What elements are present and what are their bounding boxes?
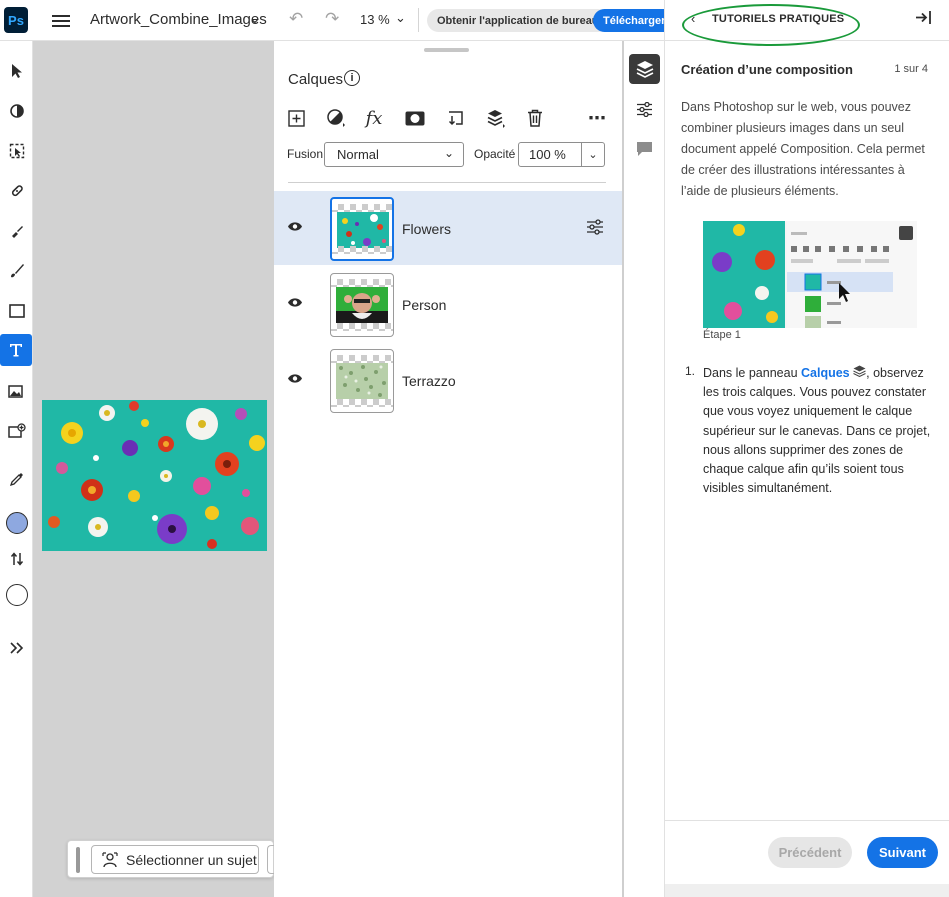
divider bbox=[665, 820, 949, 821]
taskbar-drag-handle[interactable] bbox=[76, 847, 80, 873]
visibility-eye-icon[interactable] bbox=[287, 371, 303, 387]
swap-colors-icon[interactable] bbox=[3, 545, 30, 572]
opacity-input[interactable]: 100 % bbox=[518, 142, 582, 167]
contextual-taskbar: Sélectionner un sujet bbox=[67, 840, 277, 878]
layer-name: Flowers bbox=[402, 221, 452, 237]
select-subject-button[interactable]: Sélectionner un sujet bbox=[91, 845, 259, 874]
background-color-swatch[interactable] bbox=[3, 581, 30, 608]
tutorial-illustration-image bbox=[703, 221, 917, 328]
tutorial-step-text: Dans le panneau Calques , observez les t… bbox=[703, 364, 943, 498]
zoom-level[interactable]: 13 % bbox=[360, 12, 390, 27]
layer-thumbnail[interactable] bbox=[330, 273, 394, 337]
divider bbox=[418, 8, 419, 32]
clone-stamp-tool-icon[interactable] bbox=[3, 217, 30, 244]
select-subject-label: Sélectionner un sujet bbox=[126, 851, 257, 868]
add-layer-icon[interactable] bbox=[285, 107, 307, 129]
panel-footer-strip bbox=[665, 884, 949, 897]
tutorial-intro-text: Dans Photoshop sur le web, vous pouvez c… bbox=[681, 100, 925, 198]
layer-row-terrazzo[interactable]: Terrazzo bbox=[274, 343, 622, 417]
visibility-eye-icon[interactable] bbox=[287, 295, 303, 311]
layer-stack-menu-icon[interactable] bbox=[485, 107, 507, 129]
layers-panel-title: Calques bbox=[288, 71, 344, 88]
redo-icon[interactable]: ↷ bbox=[325, 9, 339, 29]
photoshop-logo: Ps bbox=[4, 7, 28, 33]
opacity-label: Opacité bbox=[474, 147, 516, 161]
properties-sliders-icon[interactable] bbox=[629, 94, 660, 124]
chevron-down-icon: ⌄ bbox=[443, 146, 454, 160]
zoom-chevron-down-icon[interactable]: ⌄ bbox=[395, 10, 406, 26]
layer-thumbnail[interactable] bbox=[330, 197, 394, 261]
chevron-down-icon[interactable]: ⌄ bbox=[249, 10, 261, 27]
brush-tool-icon[interactable] bbox=[3, 257, 30, 284]
tutorial-step-counter: 1 sur 4 bbox=[894, 63, 928, 75]
add-image-tool-icon[interactable] bbox=[3, 417, 30, 444]
top-bar: Ps Artwork_Combine_Images ⌄ ↶ ↷ 13 % ⌄ O… bbox=[0, 0, 664, 41]
adjustment-layer-icon[interactable] bbox=[325, 107, 347, 129]
healing-brush-tool-icon[interactable] bbox=[3, 177, 30, 204]
step-text-body: , observez les trois calques. Vous pouve… bbox=[703, 366, 931, 496]
layers-link[interactable]: Calques bbox=[801, 366, 850, 380]
step-list-number: 1. bbox=[685, 364, 696, 378]
info-icon[interactable]: i bbox=[344, 70, 360, 86]
divider bbox=[288, 182, 606, 183]
layers-panel: Calques i fx ⋯ Fusion Normal ⌄ Opacité 1… bbox=[274, 41, 622, 897]
tutorial-title: Création d’une composition bbox=[681, 62, 853, 77]
annotation-highlight-ellipse bbox=[682, 4, 860, 46]
foreground-color-swatch[interactable] bbox=[3, 509, 30, 536]
opacity-chevron-down-icon[interactable]: ⌄ bbox=[582, 142, 605, 167]
tutorial-header: ‹ TUTORIELS PRATIQUES bbox=[665, 0, 949, 46]
layer-effects-fx-icon[interactable]: fx bbox=[363, 107, 385, 129]
previous-button[interactable]: Précédent bbox=[768, 837, 852, 868]
tools-toolbar bbox=[0, 41, 33, 897]
layers-panel-icon[interactable] bbox=[629, 54, 660, 84]
layers-inline-icon bbox=[853, 365, 866, 380]
layer-thumbnail[interactable] bbox=[330, 349, 394, 413]
panel-grip-handle[interactable] bbox=[424, 48, 469, 52]
tutorial-panel: ‹ TUTORIELS PRATIQUES Création d’une com… bbox=[664, 0, 949, 897]
place-image-tool-icon[interactable] bbox=[3, 377, 30, 404]
illustration-caption: Étape 1 bbox=[703, 329, 741, 341]
undo-icon[interactable]: ↶ bbox=[289, 9, 303, 29]
rectangle-tool-icon[interactable] bbox=[3, 297, 30, 324]
close-panel-icon[interactable] bbox=[915, 10, 932, 30]
layer-row-flowers[interactable]: Flowers bbox=[274, 191, 622, 265]
visibility-eye-icon[interactable] bbox=[287, 219, 303, 235]
move-tool-icon[interactable] bbox=[3, 57, 30, 84]
object-selection-tool-icon[interactable] bbox=[3, 137, 30, 164]
blend-mode-label: Fusion bbox=[287, 147, 324, 161]
type-tool-icon[interactable] bbox=[0, 334, 32, 366]
download-button[interactable]: Télécharger bbox=[593, 9, 664, 32]
get-desktop-app-button[interactable]: Obtenir l'application de bureau bbox=[427, 9, 609, 32]
eyedropper-tool-icon[interactable] bbox=[3, 465, 30, 492]
blend-mode-value: Normal bbox=[337, 147, 379, 162]
artwork-canvas-image[interactable] bbox=[42, 400, 267, 551]
quick-selection-tool-icon[interactable] bbox=[3, 97, 30, 124]
document-title[interactable]: Artwork_Combine_Images bbox=[90, 11, 267, 28]
delete-layer-trash-icon[interactable] bbox=[524, 107, 546, 129]
select-subject-icon bbox=[102, 852, 118, 871]
layer-name: Person bbox=[402, 297, 447, 313]
step-text-prefix: Dans le panneau bbox=[703, 366, 801, 380]
add-mask-icon[interactable] bbox=[404, 107, 426, 129]
clipping-mask-icon[interactable] bbox=[444, 107, 466, 129]
expand-toolbar-icon[interactable] bbox=[3, 634, 30, 661]
next-button[interactable]: Suivant bbox=[867, 837, 938, 868]
menu-hamburger-icon[interactable] bbox=[52, 12, 70, 28]
comments-icon[interactable] bbox=[629, 134, 660, 164]
panel-icon-column bbox=[624, 41, 664, 897]
layer-properties-sliders-icon[interactable] bbox=[586, 219, 604, 239]
blend-mode-select[interactable]: Normal ⌄ bbox=[324, 142, 464, 167]
layer-row-person[interactable]: Person bbox=[274, 267, 622, 341]
more-options-icon[interactable]: ⋯ bbox=[586, 107, 608, 129]
layer-name: Terrazzo bbox=[402, 373, 456, 389]
